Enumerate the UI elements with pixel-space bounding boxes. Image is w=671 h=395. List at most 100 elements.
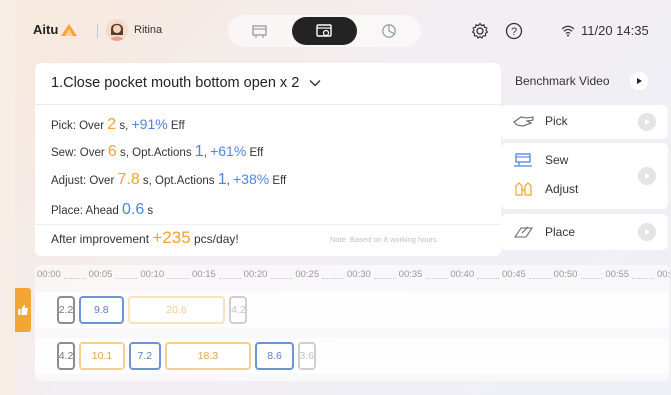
brand-name: Aitu (33, 22, 59, 37)
user-profile[interactable]: Ritina (106, 19, 162, 41)
adjust-value: 7.8 (117, 171, 140, 188)
datetime: 11/20 14:35 (581, 23, 649, 38)
improvement-value: +235 (152, 228, 191, 247)
sew-summary: Sew: Over 6 s, Opt.Actions 1, +61% Eff (51, 143, 263, 161)
pick-suffix: Eff (167, 120, 185, 132)
play-icon (645, 229, 650, 235)
timeline-tick-leader (64, 271, 86, 279)
timeline-tick: 00:35 (398, 269, 423, 280)
sew-efficiency: +61% (210, 143, 247, 159)
timeline-segment[interactable]: 3.6 (297, 342, 316, 370)
help-button[interactable]: ? (504, 21, 524, 41)
timeline-segment[interactable]: 4.2 (57, 342, 75, 370)
action-card-place[interactable]: Place (501, 214, 668, 250)
adjust-suffix: Eff (269, 175, 287, 187)
timeline-tick-leader (219, 271, 241, 279)
timeline-segment[interactable]: 18.3 (164, 342, 252, 370)
timeline-tick-leader (477, 271, 499, 279)
action-card-sew-adjust[interactable]: Sew Adjust (501, 143, 668, 209)
thumbs-up-marker (15, 288, 31, 332)
timeline-segment[interactable]: 8.6 (255, 342, 294, 370)
adjust-summary: Adjust: Over 7.8 s, Opt.Actions 1, +38% … (51, 171, 286, 189)
header-divider (97, 24, 98, 38)
play-icon (645, 173, 650, 179)
task-title: 1.Close pocket mouth bottom open x 2 (51, 75, 300, 91)
station-icon (252, 25, 267, 38)
timeline-tick-leader (580, 271, 603, 279)
timeline-tick-leader (529, 271, 551, 279)
timeline-segment[interactable]: 10.1 (79, 342, 125, 370)
play-place-button[interactable] (638, 223, 656, 241)
sewing-machine-icon (514, 153, 532, 167)
pie-chart-icon (381, 24, 396, 38)
tab-station[interactable] (228, 15, 292, 47)
play-icon (645, 119, 650, 125)
timeline-segment[interactable]: 2.2 (57, 296, 75, 324)
benchmark-play-button[interactable] (630, 72, 648, 90)
adjust-efficiency: +38% (233, 171, 270, 187)
timeline-segment[interactable]: 7.2 (128, 342, 161, 370)
sew-suffix: Eff (246, 147, 264, 159)
timeline: 00:00 00:05 00:10 00:15 00:20 00:25 00:30 00:35… (35, 265, 671, 381)
timeline-tick-leader (115, 271, 138, 279)
timeline-tick-leader (270, 271, 293, 279)
action-label-place: Place (545, 225, 576, 239)
help-icon: ? (505, 22, 523, 40)
sew-actions: 1 (194, 143, 204, 160)
current-row: 4.2 10.1 7.2 18.3 8.6 3.6 (35, 338, 669, 374)
timeline-tick: 00:50 (553, 269, 578, 280)
timeline-tick: 00:25 (295, 269, 320, 280)
tab-video[interactable] (292, 17, 357, 45)
settings-button[interactable] (470, 21, 490, 41)
action-place: Place (513, 224, 575, 240)
thumbs-up-icon (18, 305, 28, 315)
adjust-actions: 1 (217, 171, 227, 188)
timeline-tick: 00:60 (657, 269, 671, 280)
task-card: 1.Close pocket mouth bottom open x 2 Pic… (35, 63, 501, 256)
brand-logo-icon (61, 23, 78, 37)
play-pick-button[interactable] (638, 113, 656, 131)
action-label-pick: Pick (545, 114, 568, 128)
improvement-prefix: After improvement (51, 232, 153, 246)
timeline-segment[interactable]: 20.6 (127, 296, 226, 324)
timeline-tick: 00:10 (140, 269, 165, 280)
timeline-ticks: 00:00 00:05 00:10 00:15 00:20 00:25 00:30 00:35… (35, 265, 671, 285)
timeline-tick: 00:20 (243, 269, 268, 280)
timeline-segment[interactable]: 9.8 (79, 296, 124, 324)
sew-value: 6 (107, 143, 117, 160)
timeline-tick: 00:55 (605, 269, 630, 280)
improvement-summary: After improvement +235 pcs/day! (51, 228, 239, 248)
pick-prefix: Pick: Over (51, 120, 108, 132)
play-icon (637, 78, 642, 84)
adjust-prefix: Adjust: Over (51, 175, 118, 187)
summary-divider (35, 224, 501, 225)
play-sew-adjust-button[interactable] (638, 167, 656, 185)
timeline-tick-leader (425, 271, 448, 279)
gear-icon (471, 22, 489, 39)
place-value: 0.6 (121, 201, 145, 218)
action-label-adjust: Adjust (545, 182, 579, 196)
timeline-tick: 00:45 (502, 269, 526, 280)
timeline-tick: 00:30 (347, 269, 371, 280)
view-tabs (228, 15, 421, 47)
tab-analytics[interactable] (357, 15, 421, 47)
action-pick: Pick (513, 114, 568, 128)
place-prefix: Place: Ahead (51, 205, 122, 217)
action-card-pick[interactable]: Pick (501, 105, 668, 139)
user-name: Ritina (134, 24, 163, 36)
benchmark-label: Benchmark Video (515, 74, 610, 88)
brand: Aitu (33, 22, 78, 37)
place-summary: Place: Ahead 0.6 s (51, 201, 153, 219)
status-clock: 11/20 14:35 (561, 23, 649, 38)
top-bar: Aitu Ritina ? 11/20 14:35 (15, 0, 671, 62)
pick-value: 2 (107, 116, 117, 133)
task-selector[interactable]: 1.Close pocket mouth bottom open x 2 (51, 75, 321, 91)
working-hours-note: Note: Based on 8 working hours (330, 235, 437, 244)
timeline-tick-leader (322, 271, 344, 279)
card-divider (35, 104, 501, 105)
action-adjust: Adjust (513, 181, 578, 197)
video-icon (316, 24, 333, 37)
timeline-segment[interactable]: 4.2 (229, 296, 248, 324)
benchmark-video-header[interactable]: Benchmark Video (508, 63, 665, 98)
timeline-tick-leader (632, 271, 654, 279)
